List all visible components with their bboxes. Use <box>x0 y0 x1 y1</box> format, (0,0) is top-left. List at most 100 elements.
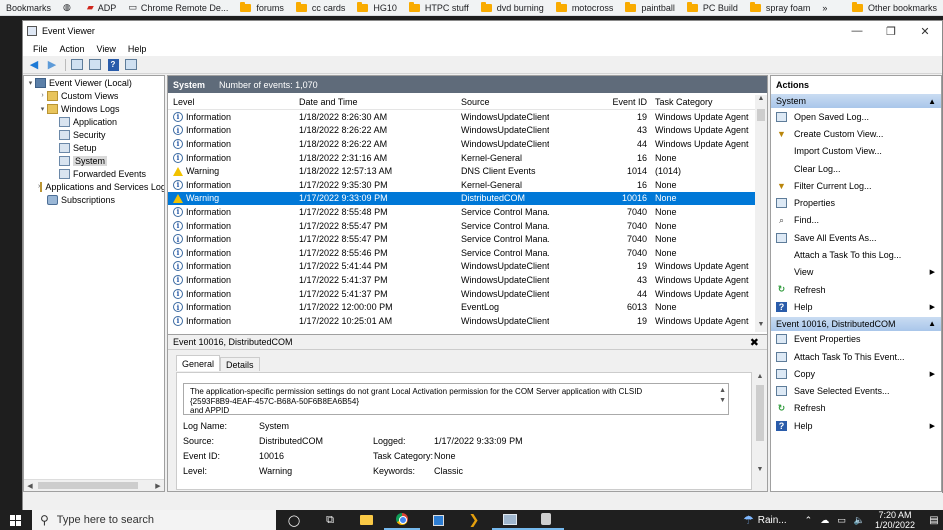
tree-item-event-viewer-local[interactable]: ▾ Event Viewer (Local) <box>24 76 164 89</box>
chrome-icon[interactable] <box>384 510 420 530</box>
collapse-caret-icon[interactable]: ▲ <box>928 319 936 328</box>
collapse-caret-icon[interactable]: ▲ <box>928 97 936 106</box>
menu-action[interactable]: Action <box>54 44 91 54</box>
event-row[interactable]: i Information 1/17/2022 8:55:47 PM Service … <box>168 232 767 246</box>
bookmark-motocross[interactable]: motocross <box>550 0 620 15</box>
event-row[interactable]: i Information 1/18/2022 8:26:30 AM WindowsU… <box>168 110 767 124</box>
plex-icon[interactable]: ❯ <box>456 510 492 530</box>
tree-item-setup[interactable]: Setup <box>24 141 164 154</box>
event-description[interactable]: The application-specific permission sett… <box>183 383 729 415</box>
menu-help[interactable]: Help <box>122 44 153 54</box>
scrollbar-thumb[interactable] <box>756 385 764 441</box>
store-icon[interactable] <box>420 510 456 530</box>
onedrive-icon[interactable]: ☁ <box>820 515 829 526</box>
event-row[interactable]: i Information 1/17/2022 5:41:37 PM WindowsU… <box>168 287 767 301</box>
expand-chevron-icon[interactable]: ▾ <box>38 105 47 113</box>
cortana-icon[interactable]: ◯ <box>276 510 312 530</box>
column-header-date[interactable]: Date and Time <box>299 95 459 109</box>
event-row[interactable]: i Information 1/17/2022 5:41:37 PM WindowsU… <box>168 273 767 287</box>
bookmark-htpc-stuff[interactable]: HTPC stuff <box>403 0 475 15</box>
tree-horizontal-scrollbar[interactable]: ◀ ▶ <box>24 479 164 491</box>
action-save-all-events-as[interactable]: Save All Events As... <box>771 229 941 246</box>
expand-chevron-icon[interactable]: ▾ <box>26 79 35 87</box>
tree-item-subscriptions[interactable]: Subscriptions <box>24 193 164 206</box>
description-scroll-icon[interactable]: ▲ ▼ <box>719 386 726 406</box>
bookmark-paintball[interactable]: paintball <box>619 0 681 15</box>
bookmark-spray-foam[interactable]: spray foam <box>744 0 817 15</box>
start-button[interactable] <box>0 514 30 526</box>
event-row[interactable]: i Information 1/18/2022 8:26:22 AM WindowsU… <box>168 137 767 151</box>
event-row[interactable]: i Information 1/17/2022 12:00:00 PM EventLo… <box>168 300 767 314</box>
action-help[interactable]: ? Help ▶ <box>771 298 941 315</box>
action-attach-task-to-this-event[interactable]: Attach Task To This Event... <box>771 348 941 365</box>
action-open-saved-log[interactable]: Open Saved Log... <box>771 108 941 125</box>
action-create-custom-view[interactable]: ▼ Create Custom View... <box>771 125 941 142</box>
bookmark-adp[interactable]: ▰ ADP <box>81 0 122 15</box>
bookmark-forums[interactable]: forums <box>234 0 290 15</box>
actions-section-header[interactable]: System ▲ <box>771 93 941 108</box>
scroll-up-icon[interactable]: ▲ <box>755 373 765 380</box>
tree-item-application[interactable]: Application <box>24 115 164 128</box>
event-row[interactable]: Warning 1/18/2022 12:57:13 AM DNS Client E… <box>168 164 767 178</box>
tab-details[interactable]: Details <box>220 357 260 371</box>
bookmark-pc-build[interactable]: PC Build <box>681 0 744 15</box>
file-explorer-icon[interactable] <box>348 510 384 530</box>
action-filter-current-log[interactable]: ▼ Filter Current Log... <box>771 177 941 194</box>
action-help[interactable]: ? Help ▶ <box>771 417 941 434</box>
scroll-right-icon[interactable]: ▶ <box>152 482 164 490</box>
show-hide-tree-icon[interactable] <box>87 58 103 72</box>
app-taskbar-icon[interactable] <box>528 510 564 530</box>
tree-item-forwarded-events[interactable]: Forwarded Events <box>24 167 164 180</box>
actions-section-header[interactable]: Event 10016, DistributedCOM ▲ <box>771 315 941 331</box>
menu-view[interactable]: View <box>91 44 122 54</box>
event-row[interactable]: i Information 1/17/2022 9:35:30 PM Kernel-G… <box>168 178 767 192</box>
tree-item-security[interactable]: Security <box>24 128 164 141</box>
column-header-level[interactable]: Level <box>173 95 293 109</box>
forward-arrow-icon[interactable]: ▶ <box>44 58 60 72</box>
tree-item-windows-logs[interactable]: ▾ Windows Logs <box>24 102 164 115</box>
action-view[interactable]: View ▶ <box>771 264 941 281</box>
action-event-properties[interactable]: Event Properties <box>771 331 941 348</box>
network-icon[interactable]: ▭ <box>837 515 846 526</box>
scrollbar-thumb[interactable] <box>38 482 138 489</box>
close-detail-icon[interactable]: ✖ <box>750 336 759 349</box>
taskbar-search[interactable]: ⚲ Type here to search <box>32 510 276 530</box>
action-refresh[interactable]: ↻ Refresh <box>771 281 941 298</box>
chevron-up-icon[interactable]: ⌃ <box>805 515 813 526</box>
show-hide-action-pane-icon[interactable] <box>123 58 139 72</box>
weather-widget[interactable]: ☂ Rain... <box>743 513 787 527</box>
back-arrow-icon[interactable]: ◀ <box>26 58 42 72</box>
tree-item-applications-and-services-log[interactable]: › Applications and Services Log <box>24 180 164 193</box>
tab-general[interactable]: General <box>176 355 221 371</box>
scroll-left-icon[interactable]: ◀ <box>24 482 36 490</box>
help-icon[interactable]: ? <box>105 58 121 72</box>
action-import-custom-view[interactable]: Import Custom View... <box>771 143 941 160</box>
clock[interactable]: 7:20 AM 1/20/2022 <box>875 510 915 530</box>
restore-button[interactable]: ❐ <box>874 21 908 41</box>
up-folder-icon[interactable] <box>69 58 85 72</box>
event-row[interactable]: i Information 1/17/2022 8:55:46 PM Service … <box>168 246 767 260</box>
tree-item-system[interactable]: System <box>24 154 164 167</box>
action-refresh[interactable]: ↻ Refresh <box>771 400 941 417</box>
action-save-selected-events[interactable]: Save Selected Events... <box>771 382 941 399</box>
event-row[interactable]: Warning 1/17/2022 9:33:09 PM DistributedCO… <box>168 191 767 206</box>
bookmark-dvd-burning[interactable]: dvd burning <box>475 0 550 15</box>
tree-item-custom-views[interactable]: › Custom Views <box>24 89 164 102</box>
close-button[interactable]: ✕ <box>908 21 942 41</box>
bookmark-globe-icon[interactable]: ◍ <box>57 0 81 15</box>
action-properties[interactable]: Properties <box>771 194 941 211</box>
scroll-up-icon[interactable]: ▲ <box>755 95 767 106</box>
bookmark-other-bookmarks[interactable]: Other bookmarks <box>846 0 943 15</box>
event-list-scrollbar[interactable]: ▲ ▼ <box>755 95 767 332</box>
event-row[interactable]: i Information 1/17/2022 5:41:44 PM WindowsU… <box>168 260 767 274</box>
expand-chevron-icon[interactable]: › <box>38 92 47 99</box>
bookmark-chrome-remote-de[interactable]: ▭ Chrome Remote De... <box>122 0 234 15</box>
action-attach-a-task-to-this-log[interactable]: Attach a Task To this Log... <box>771 246 941 263</box>
event-row[interactable]: i Information 1/17/2022 8:55:48 PM Service … <box>168 205 767 219</box>
action-copy[interactable]: Copy ▶ <box>771 365 941 382</box>
bookmark-item[interactable]: » <box>816 0 833 15</box>
column-header-event-id[interactable]: Event ID <box>573 95 647 109</box>
bookmark-cc-cards[interactable]: cc cards <box>290 0 352 15</box>
event-row[interactable]: i Information 1/17/2022 10:25:01 AM Windows… <box>168 314 767 328</box>
event-viewer-taskbar-icon[interactable] <box>492 510 528 530</box>
